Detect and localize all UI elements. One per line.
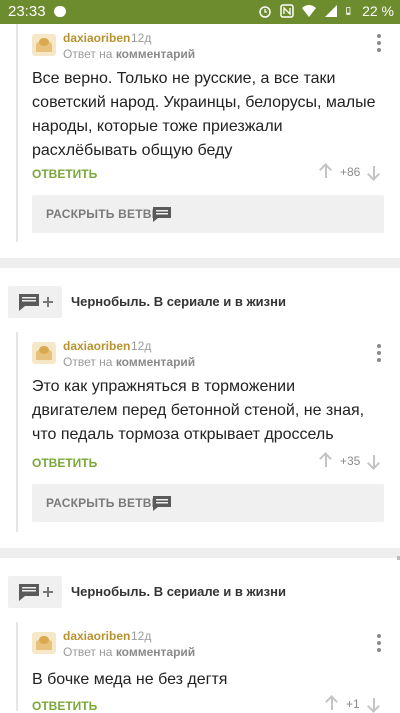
- battery-percent: 22 %: [362, 3, 394, 19]
- downvote-icon[interactable]: [368, 164, 380, 180]
- comment-card: daxiaoriben 12д Ответ на комментарий В б…: [0, 622, 400, 713]
- upvote-icon[interactable]: [320, 164, 332, 180]
- comment-rating: +35: [340, 454, 361, 468]
- comment-text: Все верно. Только не русские, а все таки…: [32, 70, 376, 159]
- divider: [0, 548, 400, 558]
- thread-line: [16, 622, 18, 711]
- post-title[interactable]: Чернобыль. В сериале и в жизни: [71, 294, 286, 309]
- reply-prefix: Ответ на: [63, 645, 113, 659]
- reply-to[interactable]: Ответ на комментарий: [63, 355, 195, 369]
- divider: [0, 258, 400, 268]
- downvote-icon[interactable]: [368, 696, 380, 712]
- comment-time: 12д: [131, 339, 152, 353]
- comment-author[interactable]: daxiaoriben: [63, 31, 130, 45]
- alarm-icon: [259, 6, 271, 18]
- thread-line: [16, 332, 18, 532]
- more-options-icon[interactable]: [377, 634, 381, 652]
- more-options-icon[interactable]: [377, 34, 381, 52]
- more-options-icon[interactable]: [377, 344, 381, 362]
- signal-icon: [325, 5, 338, 17]
- post-header[interactable]: Чернобыль. В сериале и в жизни: [0, 270, 400, 332]
- comment-text: В бочке меда не без дегтя: [32, 671, 228, 688]
- upvote-icon[interactable]: [326, 696, 338, 712]
- vote-controls: +35: [320, 453, 380, 469]
- post-header[interactable]: Чернобыль. В сериале и в жизни: [0, 560, 400, 622]
- add-comment-icon[interactable]: [8, 576, 62, 608]
- comment-icon: [153, 496, 171, 511]
- vote-controls: +1: [326, 696, 380, 712]
- avatar[interactable]: [32, 342, 56, 364]
- reply-target: комментарий: [115, 47, 196, 61]
- avatar[interactable]: [32, 34, 56, 56]
- reply-prefix: Ответ на: [63, 355, 113, 369]
- comment-time: 12д: [131, 629, 152, 643]
- wifi-icon: [302, 5, 317, 17]
- message-icon: [54, 6, 66, 17]
- reply-button[interactable]: ОТВЕТИТЬ: [32, 456, 97, 470]
- battery-icon: [346, 7, 351, 15]
- upvote-icon[interactable]: [320, 453, 332, 469]
- reply-target: комментарий: [115, 645, 196, 659]
- comment-author[interactable]: daxiaoriben: [63, 339, 130, 353]
- reply-target: комментарий: [115, 355, 196, 369]
- comment-card: daxiaoriben 12д Ответ на комментарий Все…: [0, 24, 400, 260]
- nfc-icon: [280, 4, 294, 18]
- reply-button[interactable]: ОТВЕТИТЬ: [32, 167, 97, 181]
- comment-time: 12д: [131, 31, 152, 45]
- status-time: 23:33: [8, 3, 46, 20]
- status-icons: 22 %: [258, 3, 394, 19]
- comment-icon: [153, 207, 171, 222]
- reply-to[interactable]: Ответ на комментарий: [63, 47, 195, 61]
- add-comment-icon[interactable]: [8, 286, 62, 318]
- reply-prefix: Ответ на: [63, 47, 113, 61]
- expand-thread-label: РАСКРЫТЬ ВЕТВЬ: [46, 207, 161, 221]
- comment-author[interactable]: daxiaoriben: [63, 629, 130, 643]
- comment-card: daxiaoriben 12д Ответ на комментарий Это…: [0, 332, 400, 546]
- expand-thread-label: РАСКРЫТЬ ВЕТВЬ: [46, 496, 161, 510]
- expand-thread-button[interactable]: РАСКРЫТЬ ВЕТВЬ: [32, 484, 384, 522]
- comment-text: Это как упражняться в торможении двигате…: [32, 378, 365, 443]
- avatar[interactable]: [32, 632, 56, 654]
- status-bar: 23:33 22 %: [0, 0, 400, 24]
- downvote-icon[interactable]: [368, 453, 380, 469]
- comment-rating: +86: [340, 165, 361, 179]
- reply-to[interactable]: Ответ на комментарий: [63, 645, 195, 659]
- expand-thread-button[interactable]: РАСКРЫТЬ ВЕТВЬ: [32, 195, 384, 233]
- post-title[interactable]: Чернобыль. В сериале и в жизни: [71, 584, 286, 599]
- thread-line: [16, 24, 18, 242]
- vote-controls: +86: [320, 164, 380, 180]
- comment-rating: +1: [346, 697, 360, 711]
